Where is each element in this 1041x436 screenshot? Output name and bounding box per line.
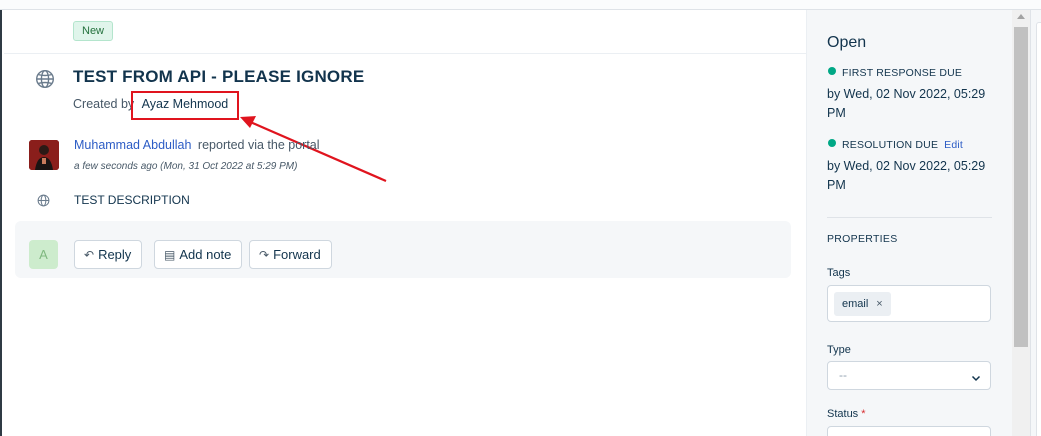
tag-label: email: [842, 298, 869, 310]
add-note-label: Add note: [179, 247, 232, 262]
tags-input[interactable]: email ×: [827, 285, 991, 322]
type-select[interactable]: --: [827, 361, 991, 390]
first-response-label: FIRST RESPONSE DUE: [828, 67, 962, 79]
forward-button[interactable]: ↷ Forward: [249, 240, 332, 269]
status-field-label-text: Status: [827, 408, 859, 420]
reply-label: Reply: [98, 247, 132, 262]
note-icon: ▤: [164, 248, 176, 262]
header-divider: [4, 53, 806, 54]
type-label: Type: [827, 344, 851, 356]
reporter-line: Muhammad Abdullah reported via the porta…: [74, 138, 320, 152]
message-timestamp: a few seconds ago (Mon, 31 Oct 2022 at 5…: [74, 161, 298, 172]
resolution-label: RESOLUTION DUE Edit: [828, 139, 963, 151]
annotation-highlight-box: [131, 91, 239, 120]
sla-dot-icon: [828, 139, 836, 147]
tags-label: Tags: [827, 267, 851, 279]
ticket-main-pane: New TEST FROM API - PLEASE IGNORE Create…: [2, 10, 806, 436]
forward-label: Forward: [273, 247, 321, 262]
sidebar-divider: [827, 217, 992, 218]
ticket-description: TEST DESCRIPTION: [74, 193, 190, 207]
type-select-value: --: [839, 368, 847, 382]
reporter-action: reported via the portal: [197, 138, 320, 152]
first-response-value: by Wed, 02 Nov 2022, 05:29 PM: [827, 87, 986, 120]
globe-icon: [35, 69, 55, 89]
status-field-label: Status *: [827, 408, 865, 420]
tag-remove-icon[interactable]: ×: [876, 298, 882, 310]
chevron-down-icon: [971, 370, 981, 388]
annotation-arrow-icon: [240, 116, 387, 183]
resolution-label-text: RESOLUTION DUE: [842, 139, 939, 151]
first-response-label-text: FIRST RESPONSE DUE: [842, 67, 963, 79]
avatar[interactable]: [29, 140, 59, 170]
ticket-sidebar: Open FIRST RESPONSE DUE by Wed, 02 Nov 2…: [806, 10, 1012, 436]
reporter-name-link[interactable]: Muhammad Abdullah: [74, 138, 191, 152]
scrollbar-thumb[interactable]: [1014, 27, 1028, 347]
agent-avatar: A: [29, 240, 58, 269]
globe-icon: [37, 194, 50, 207]
status-badge-new: New: [73, 21, 114, 41]
ticket-status: Open: [827, 34, 867, 51]
reply-button[interactable]: ↶ Reply: [74, 240, 143, 269]
reply-toolbar: A ↶ Reply ▤ Add note ↷ Forward: [15, 221, 791, 278]
sla-dot-icon: [828, 67, 836, 75]
reply-icon: ↶: [84, 248, 95, 262]
properties-heading: PROPERTIES: [827, 233, 898, 245]
forward-icon: ↷: [259, 248, 270, 262]
resolution-edit-link[interactable]: Edit: [944, 139, 963, 151]
add-note-button[interactable]: ▤ Add note: [154, 240, 243, 269]
status-select[interactable]: [827, 426, 991, 436]
created-by-label: Created by: [73, 97, 135, 111]
ticket-title: TEST FROM API - PLEASE IGNORE: [73, 67, 365, 86]
resolution-value: by Wed, 02 Nov 2022, 05:29 PM: [827, 159, 986, 192]
right-panel-edge: [1030, 10, 1041, 436]
top-border: [0, 0, 1041, 10]
sidebar-scrollbar[interactable]: [1012, 10, 1030, 436]
tag-chip: email ×: [834, 292, 891, 316]
scroll-up-arrow-icon[interactable]: [1017, 14, 1025, 19]
required-asterisk: *: [861, 408, 866, 420]
